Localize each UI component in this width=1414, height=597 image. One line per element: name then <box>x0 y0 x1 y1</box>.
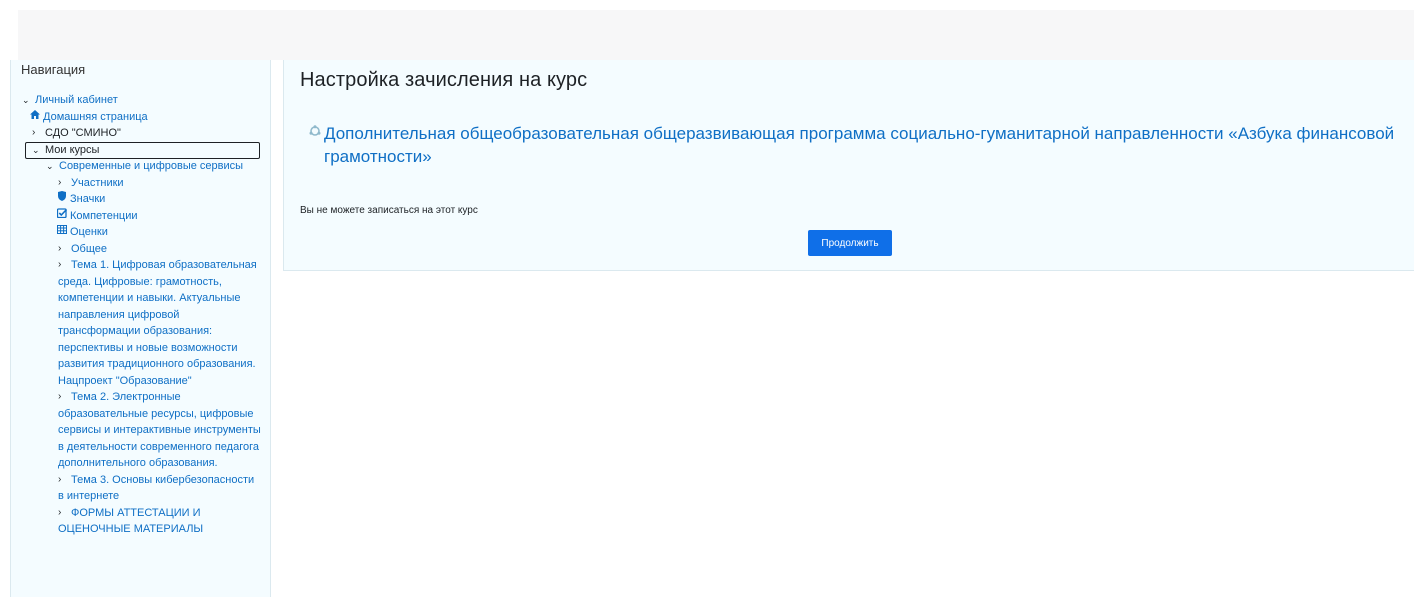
course-icon <box>309 122 321 145</box>
chevron-right-icon: › <box>58 176 62 188</box>
nav-item-home[interactable]: Домашняя страница <box>11 109 270 126</box>
nav-item-badges[interactable]: Значки <box>11 191 270 208</box>
nav-item-topic-2[interactable]: › Тема 2. Электронные образовательные рес… <box>11 389 270 472</box>
chevron-right-icon: › <box>58 259 62 270</box>
checkbox-icon <box>56 207 68 225</box>
nav-item-participants[interactable]: › Участники <box>11 175 270 192</box>
chevron-right-icon: › <box>58 391 62 402</box>
nav-item-label: Участники <box>71 176 124 189</box>
chevron-right-icon: › <box>58 506 62 518</box>
course-link[interactable]: Дополнительная общеобразовательная общер… <box>308 122 1398 168</box>
nav-item-topic-1[interactable]: › Тема 1. Цифровая образовательная среда.… <box>11 257 270 389</box>
nav-item-course[interactable]: ⌄ Современные и цифровые сервисы <box>11 158 270 175</box>
nav-item-grades[interactable]: Оценки <box>11 224 270 241</box>
navigation-block: Навигация ⌄ Личный кабинет Домашняя стран… <box>10 60 271 597</box>
nav-item-dashboard[interactable]: ⌄ Личный кабинет <box>11 92 270 109</box>
chevron-down-icon: ⌄ <box>46 161 54 171</box>
home-icon <box>30 109 40 126</box>
nav-item-label: Современные и цифровые сервисы <box>59 160 244 172</box>
continue-button[interactable]: Продолжить <box>808 230 892 256</box>
chevron-right-icon: › <box>58 242 62 254</box>
chevron-down-icon: ⌄ <box>22 95 30 105</box>
nav-item-label: Тема 2. Электронные образовательные ресу… <box>58 391 261 469</box>
nav-item-label: Домашняя страница <box>43 110 148 123</box>
page-title: Настройка зачисления на курс <box>300 69 588 91</box>
table-icon <box>57 224 67 241</box>
nav-item-my-courses[interactable]: ⌄ Мои курсы <box>11 141 270 159</box>
focus-outline <box>25 141 260 159</box>
top-header-bar <box>18 10 1414 60</box>
nav-item-topic-3[interactable]: › Тема 3. Основы кибербезопасности в инте… <box>11 472 270 505</box>
course-link-text[interactable]: Дополнительная общеобразовательная общер… <box>324 124 1394 166</box>
nav-item-smino[interactable]: › СДО "СМИНО" <box>11 125 270 142</box>
chevron-right-icon: › <box>58 473 62 485</box>
navigation-tree: ⌄ Личный кабинет Домашняя страница › СДО "… <box>11 92 270 538</box>
nav-item-label: Тема 3. Основы кибербезопасности в интер… <box>58 473 255 503</box>
nav-item-general[interactable]: › Общее <box>11 241 270 258</box>
enrolment-panel: Настройка зачисления на курс Дополнитель… <box>283 60 1414 271</box>
chevron-right-icon: › <box>32 127 36 138</box>
nav-item-label: Значки <box>70 193 106 205</box>
shield-icon <box>57 191 67 208</box>
nav-item-label: Компетенции <box>70 209 138 222</box>
enrol-notice: Вы не можете записаться на этот курс <box>300 205 478 216</box>
nav-item-label: СДО "СМИНО" <box>45 127 121 139</box>
nav-item-assessment[interactable]: › ФОРМЫ АТТЕСТАЦИИ И ОЦЕНОЧНЫЕ МАТЕРИАЛЫ <box>11 505 270 538</box>
nav-item-label: Тема 1. Цифровая образовательная среда. … <box>58 259 257 387</box>
nav-item-competencies[interactable]: Компетенции <box>11 207 270 225</box>
nav-item-label: Личный кабинет <box>35 94 118 106</box>
nav-item-label: Общее <box>71 242 108 255</box>
nav-item-label: Оценки <box>70 226 108 238</box>
nav-item-label: ФОРМЫ АТТЕСТАЦИИ И ОЦЕНОЧНЫЕ МАТЕРИАЛЫ <box>58 506 204 536</box>
navigation-title: Навигация <box>21 62 86 77</box>
